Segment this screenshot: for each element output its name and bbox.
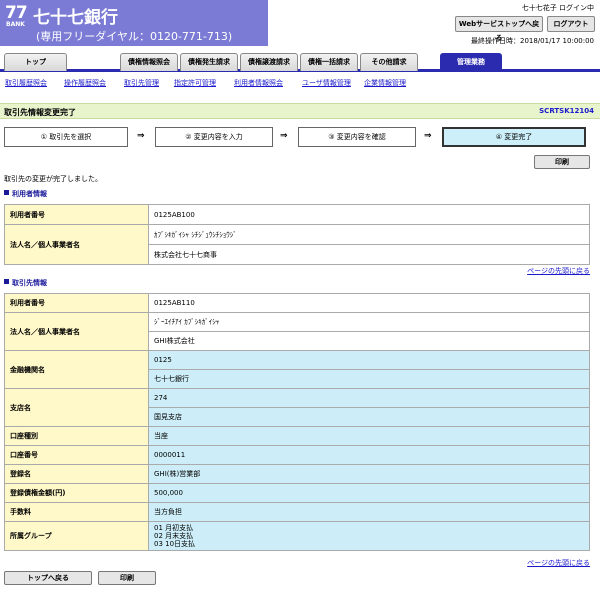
- row-label: 口座番号: [4, 445, 149, 465]
- section-square-icon: [4, 190, 9, 195]
- tab-bond-issue[interactable]: 債権発生請求: [180, 53, 238, 71]
- account-number-value: 0000011: [148, 445, 590, 465]
- partner-info-table: 利用者番号 0125AB110 法人名／個人事業者名 ｼﾞｰｴｲﾁｱｲ ｶﾌﾞｼ…: [4, 293, 590, 551]
- bank-name: 七十七銀行: [33, 8, 118, 28]
- subnav-partner-management[interactable]: 取引先管理: [124, 78, 159, 88]
- subnav-transaction-history[interactable]: 取引履歴照会: [5, 78, 47, 88]
- registered-name-value: GHI(株)営業部: [148, 464, 590, 484]
- page-top-link[interactable]: ページの先頭に戻る: [527, 558, 590, 568]
- registered-amount-value: 500,000: [148, 483, 590, 503]
- table-row: 登録名 GHI(株)営業部: [4, 464, 590, 484]
- sub-navigation: 取引履歴照会 操作履歴照会 取引先管理 指定許可管理 利用者情報照会 ユーザ情報…: [0, 74, 600, 92]
- logo-bank-text: BANK: [6, 21, 25, 28]
- print-button-top[interactable]: 印刷: [534, 155, 590, 169]
- bank-name-value: 七十七銀行: [148, 369, 590, 389]
- company-name-value: 株式会社七十七商事: [148, 244, 590, 265]
- webtop-button[interactable]: Webサービストップへ戻る: [455, 16, 543, 42]
- subnav-user-management[interactable]: ユーザ情報管理: [302, 78, 351, 88]
- bank-logo: 77 BANK 七十七銀行 (専用フリーダイヤル：0120-771-713): [0, 0, 268, 46]
- group-list: 01 月初支払 02 月末支払 03 10日支払: [148, 521, 590, 551]
- subnav-user-info-inquiry[interactable]: 利用者情報照会: [234, 78, 283, 88]
- screen-code: SCRTSK12104: [539, 107, 594, 115]
- group-item: 03 10日支払: [154, 540, 196, 548]
- completion-message: 取引先の変更が完了しました。: [4, 175, 102, 183]
- partner-name-value: GHI株式会社: [148, 331, 590, 351]
- section-partner-info: 取引先情報: [4, 278, 47, 288]
- step-input-changes: ② 変更内容を入力: [155, 127, 273, 147]
- table-row: 支店名 274: [4, 388, 590, 427]
- subnav-permission-management[interactable]: 指定許可管理: [174, 78, 216, 88]
- row-label: 金融機関名: [4, 350, 149, 389]
- tab-other-requests[interactable]: その他請求: [360, 53, 418, 71]
- tab-bond-transfer[interactable]: 債権譲渡請求: [240, 53, 298, 71]
- page-title: 取引先情報変更完了: [4, 108, 76, 117]
- table-row: 手数料 当方負担: [4, 502, 590, 522]
- group-item: 02 月末支払: [154, 532, 194, 540]
- bank-code-value: 0125: [148, 350, 590, 370]
- step-arrow-2: ⇒: [280, 131, 288, 141]
- header: 77 BANK 七十七銀行 (専用フリーダイヤル：0120-771-713) 七…: [0, 0, 600, 47]
- main-tabs: トップ 債権情報照会 債権発生請求 債権譲渡請求 債権一括請求 その他請求 管理…: [0, 48, 600, 72]
- phone-number: (専用フリーダイヤル：0120-771-713): [36, 30, 233, 43]
- user-info-table: 利用者番号 0125AB100 法人名／個人事業者名 ｶﾌﾞｼｷｶﾞｲｼｬ ｼﾁ…: [4, 204, 590, 265]
- step-select-partner: ① 取引先を選択: [4, 127, 128, 147]
- partner-user-number-value: 0125AB110: [148, 293, 590, 313]
- tab-top[interactable]: トップ: [4, 53, 67, 71]
- branch-code-value: 274: [148, 388, 590, 408]
- page-top-link[interactable]: ページの先頭に戻る: [527, 266, 590, 276]
- tab-bond-inquiry[interactable]: 債権情報照会: [120, 53, 178, 71]
- account-type-value: 当座: [148, 426, 590, 446]
- user-number-value: 0125AB100: [148, 204, 590, 225]
- table-row: 法人名／個人事業者名 ｶﾌﾞｼｷｶﾞｲｼｬ ｼﾁｼﾞｭｳｼﾁｼｮｳｼﾞ: [4, 224, 590, 265]
- step-arrow-1: ⇒: [137, 131, 145, 141]
- subnav-company-management[interactable]: 企業情報管理: [364, 78, 406, 88]
- table-row: 口座種別 当座: [4, 426, 590, 446]
- tab-management[interactable]: 管理業務: [440, 53, 502, 71]
- row-label: 法人名／個人事業者名: [4, 312, 149, 351]
- row-label: 手数料: [4, 502, 149, 522]
- section-user-info: 利用者情報: [4, 189, 47, 199]
- logo-number: 77: [5, 3, 28, 23]
- back-to-top-button[interactable]: トップへ戻る: [4, 571, 92, 585]
- step-confirm-changes: ③ 変更内容を確認: [298, 127, 416, 147]
- user-login-status: 七十七花子 ログイン中: [521, 4, 594, 12]
- row-label: 登録債権金額(円): [4, 483, 149, 503]
- step-complete: ④ 変更完了: [442, 127, 586, 147]
- table-row: 金融機関名 0125: [4, 350, 590, 389]
- last-operation-time: 最終操作日時：2018/01/17 10:00:00: [470, 37, 594, 45]
- branch-name-value: 国見支店: [148, 407, 590, 427]
- partner-kana-value: ｼﾞｰｴｲﾁｱｲ ｶﾌﾞｼｷｶﾞｲｼｬ: [148, 312, 590, 332]
- group-item: 01 月初支払: [154, 524, 194, 532]
- section-heading: 利用者情報: [12, 190, 47, 198]
- table-row: 利用者番号 0125AB110: [4, 293, 590, 313]
- logout-button[interactable]: ログアウト: [547, 16, 595, 32]
- fee-value: 当方負担: [148, 502, 590, 522]
- company-kana-value: ｶﾌﾞｼｷｶﾞｲｼｬ ｼﾁｼﾞｭｳｼﾁｼｮｳｼﾞ: [148, 224, 590, 245]
- table-row: 所属グループ 01 月初支払 02 月末支払 03 10日支払: [4, 521, 590, 551]
- table-row: 利用者番号 0125AB100: [4, 204, 590, 225]
- row-label: 利用者番号: [4, 293, 149, 313]
- row-label: 支店名: [4, 388, 149, 427]
- table-row: 登録債権金額(円) 500,000: [4, 483, 590, 503]
- tab-bond-batch[interactable]: 債権一括請求: [300, 53, 358, 71]
- section-heading: 取引先情報: [12, 279, 47, 287]
- print-button-bottom[interactable]: 印刷: [98, 571, 156, 585]
- step-arrow-3: ⇒: [424, 131, 432, 141]
- table-row: 口座番号 0000011: [4, 445, 590, 465]
- subnav-operation-history[interactable]: 操作履歴照会: [64, 78, 106, 88]
- row-label: 法人名／個人事業者名: [4, 224, 149, 265]
- row-label: 登録名: [4, 464, 149, 484]
- page-title-bar: 取引先情報変更完了 SCRTSK12104: [0, 103, 600, 119]
- row-label: 所属グループ: [4, 521, 149, 551]
- table-row: 法人名／個人事業者名 ｼﾞｰｴｲﾁｱｲ ｶﾌﾞｼｷｶﾞｲｼｬ: [4, 312, 590, 351]
- section-square-icon: [4, 279, 9, 284]
- row-label: 口座種別: [4, 426, 149, 446]
- row-label: 利用者番号: [4, 204, 149, 225]
